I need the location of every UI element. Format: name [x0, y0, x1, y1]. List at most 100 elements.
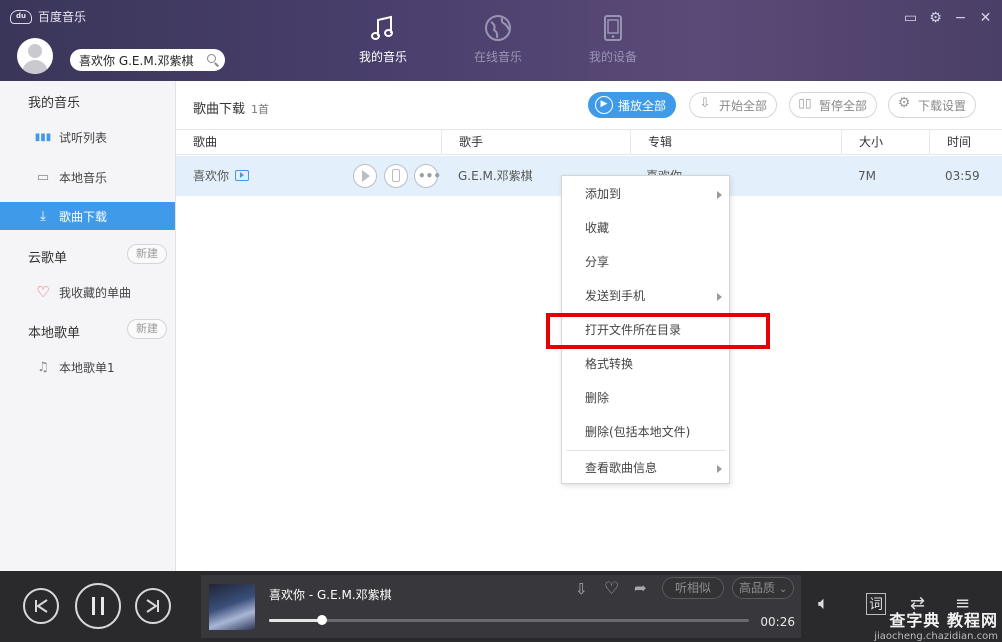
song-title: 喜欢你	[193, 169, 230, 183]
next-button[interactable]	[135, 588, 171, 624]
artist-cell: G.E.M.邓紫棋	[458, 169, 533, 183]
music-note-icon	[371, 15, 393, 40]
phone-icon	[604, 15, 622, 41]
chevron-right-icon	[717, 465, 722, 473]
sidebar-header-cloud: 云歌单	[28, 251, 68, 266]
progress-bar[interactable]	[269, 615, 749, 625]
app-title: 百度音乐	[38, 10, 87, 24]
search-box[interactable]: 喜欢你 G.E.M.邓紫棋	[70, 49, 225, 71]
skin-icon[interactable]: ▭	[902, 10, 919, 27]
tab-label: 我的音乐	[358, 50, 407, 64]
start-all-button[interactable]: ⇩ 开始全部	[689, 92, 778, 118]
bars-icon: ▮▮▮	[34, 131, 52, 143]
similar-button[interactable]: 听相似	[662, 577, 725, 599]
menu-item-label: 查看歌曲信息	[585, 461, 658, 475]
watermark-title: 查字典 教程网	[889, 611, 998, 630]
sidebar-item-downloads[interactable]: ⤓ 歌曲下载	[0, 202, 175, 230]
music-note-icon: ♫	[37, 359, 49, 375]
close-icon[interactable]: ✕	[977, 10, 994, 27]
sidebar-item-local-list[interactable]: ♫ 本地歌单1	[0, 353, 175, 381]
sidebar: 我的音乐 ▮▮▮ 试听列表 ▭ 本地音乐 ⤓ 歌曲下载 云歌单 新建 ♡ 我收藏…	[0, 81, 176, 571]
menu-item-format-convert[interactable]: 格式转换	[562, 347, 729, 381]
tab-my-device[interactable]: 我的设备	[573, 14, 653, 65]
menu-item-send-to-phone[interactable]: 发送到手机	[562, 279, 729, 313]
menu-item-label: 删除	[585, 391, 610, 405]
globe-icon	[485, 15, 511, 41]
highlight-box	[546, 313, 770, 349]
heart-icon: ♡	[36, 283, 50, 301]
download-icon: ⤓	[40, 208, 46, 224]
search-icon[interactable]	[207, 54, 219, 66]
sidebar-item-label: 歌曲下载	[59, 209, 108, 224]
tab-my-music[interactable]: 我的音乐	[343, 14, 423, 65]
previous-icon	[35, 599, 48, 613]
column-time[interactable]: 时间	[930, 130, 1002, 155]
sidebar-item-favorites[interactable]: ♡ 我收藏的单曲	[0, 278, 175, 306]
monitor-icon: ▭	[36, 169, 50, 185]
elapsed-time: 00:26	[760, 615, 795, 629]
chevron-right-icon	[717, 191, 722, 199]
new-cloud-list-button[interactable]: 新建	[127, 244, 167, 264]
watermark-url: jiaocheng.chazidian.com	[874, 631, 998, 642]
pause-button[interactable]	[75, 583, 121, 629]
download-settings-button[interactable]: ⚙ 下载设置	[888, 92, 977, 118]
baidu-music-logo-icon: du	[10, 9, 32, 24]
sidebar-item-preview-list[interactable]: ▮▮▮ 试听列表	[0, 123, 175, 151]
menu-item-label: 添加到	[585, 187, 622, 201]
search-input[interactable]: 喜欢你 G.E.M.邓紫棋	[79, 52, 207, 69]
sidebar-item-local-music[interactable]: ▭ 本地音乐	[0, 163, 175, 191]
pause-all-button[interactable]: ▯▯ 暂停全部	[789, 92, 878, 118]
menu-item-song-info[interactable]: 查看歌曲信息	[562, 451, 729, 485]
share-icon[interactable]: ➦	[634, 579, 647, 597]
menu-item-share[interactable]: 分享	[562, 245, 729, 279]
gear-icon: ⚙	[897, 95, 911, 111]
phone-icon	[392, 169, 400, 182]
mv-icon[interactable]	[235, 170, 250, 181]
table-header: 歌曲 歌手 专辑 大小 时间	[176, 129, 1002, 155]
watermark: 查字典 教程网 jiaocheng.chazidian.com	[874, 607, 998, 642]
previous-button[interactable]	[23, 588, 59, 624]
menu-item-delete-with-file[interactable]: 删除(包括本地文件)	[562, 415, 729, 449]
heart-icon[interactable]: ♡	[604, 579, 619, 599]
sidebar-header-local: 本地歌单	[28, 326, 81, 341]
gear-icon[interactable]: ⚙	[927, 10, 944, 27]
column-size[interactable]: 大小	[842, 130, 930, 155]
pause-icon: ▯▯	[798, 96, 812, 110]
quality-button[interactable]: 高品质 ⌄	[732, 577, 795, 599]
tab-online-music[interactable]: 在线音乐	[458, 14, 538, 65]
progress-fill	[269, 619, 322, 622]
album-cover[interactable]	[209, 584, 255, 630]
progress-handle[interactable]	[316, 615, 327, 625]
column-album[interactable]: 专辑	[631, 130, 842, 155]
player-bar: 喜欢你 - G.E.M.邓紫棋 ⇩ ♡ ➦ 听相似 高品质 ⌄ 00:26 🔈︎…	[0, 571, 1002, 642]
row-play-button[interactable]	[353, 164, 377, 188]
song-count: 1首	[251, 103, 270, 116]
download-icon[interactable]: ⇩	[575, 580, 588, 598]
volume-icon[interactable]: 🔈︎	[818, 593, 829, 614]
menu-item-label: 删除(包括本地文件)	[585, 425, 691, 439]
row-more-button[interactable]: •••	[414, 164, 441, 188]
sidebar-item-label: 我收藏的单曲	[59, 285, 132, 300]
quality-label: 高品质	[739, 581, 776, 595]
sidebar-item-label: 本地歌单1	[59, 360, 115, 375]
new-local-list-button[interactable]: 新建	[127, 319, 167, 339]
sidebar-item-label: 试听列表	[59, 130, 108, 145]
play-icon: ▶	[595, 96, 613, 114]
app-logo: du 百度音乐	[10, 8, 86, 25]
chevron-right-icon	[717, 293, 722, 301]
avatar[interactable]	[17, 38, 53, 74]
menu-item-delete[interactable]: 删除	[562, 381, 729, 415]
minimize-icon[interactable]: −	[952, 10, 969, 27]
column-song[interactable]: 歌曲	[176, 130, 442, 155]
download-icon: ⇩	[699, 96, 711, 111]
play-all-button[interactable]: ▶ 播放全部	[588, 92, 677, 118]
menu-item-add-to[interactable]: 添加到	[562, 177, 729, 211]
button-label: 播放全部	[618, 98, 667, 113]
now-playing-panel: 喜欢你 - G.E.M.邓紫棋 ⇩ ♡ ➦ 听相似 高品质 ⌄ 00:26	[201, 575, 801, 638]
row-send-to-device-button[interactable]	[384, 164, 408, 188]
now-playing-title: 喜欢你 - G.E.M.邓紫棋	[269, 588, 392, 602]
play-icon	[362, 170, 370, 182]
menu-item-favorite[interactable]: 收藏	[562, 211, 729, 245]
menu-item-label: 格式转换	[585, 357, 634, 371]
column-artist[interactable]: 歌手	[442, 130, 631, 155]
